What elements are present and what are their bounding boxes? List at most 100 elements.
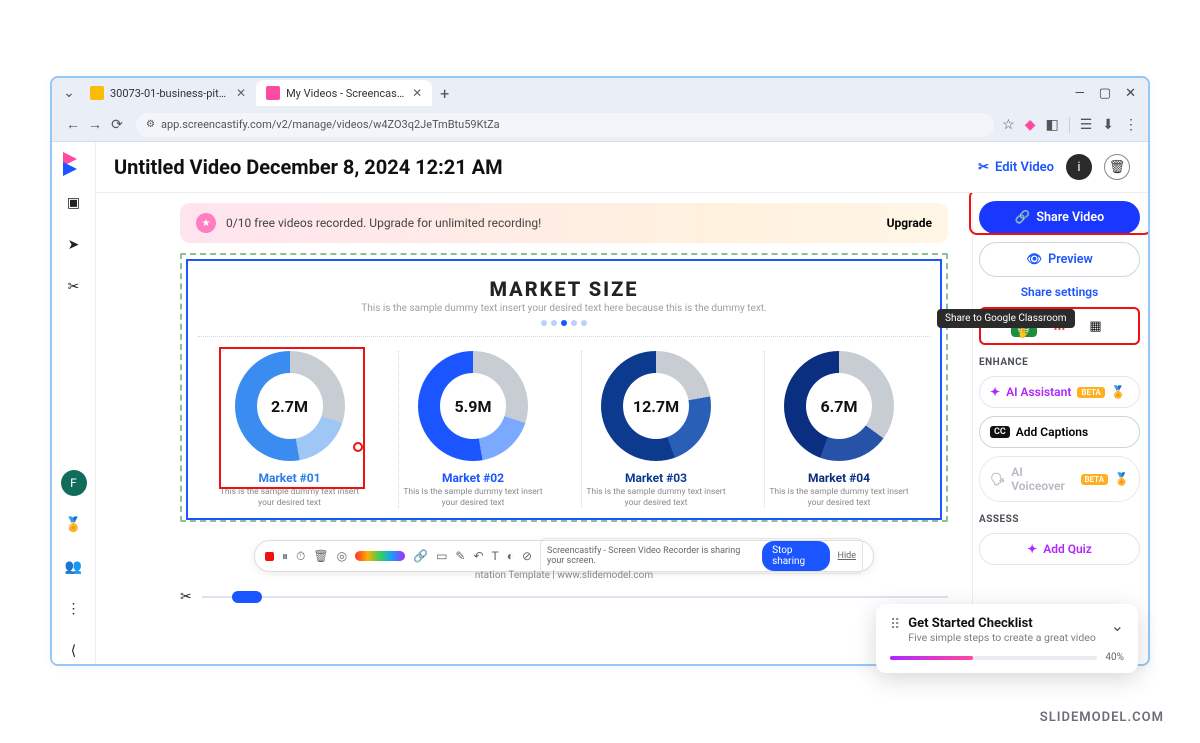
screencastify-app: ▣ ➤ ✂ F 🏅 👥 ⋮ ⟨ Untitled Video December … <box>52 142 1148 664</box>
ai-assistant-button[interactable]: ✦ AI Assistant BETA 🏅 <box>979 376 1140 408</box>
drag-handle-icon[interactable]: ⠿ <box>890 618 900 632</box>
trim-handle[interactable] <box>232 591 262 603</box>
url-input[interactable]: ⚙ app.screencastify.com/v2/manage/videos… <box>136 113 994 137</box>
donut-value: 12.7M <box>623 373 689 439</box>
market-4: 6.7M Market #04 This is the sample dummy… <box>764 351 914 508</box>
market-3: 12.7M Market #03 This is the sample dumm… <box>581 351 731 508</box>
browser-tab-slides[interactable]: 30073-01-business-pitch-deck ✕ <box>80 80 256 106</box>
clear-icon[interactable]: ⊘ <box>522 549 532 563</box>
stop-record-icon[interactable] <box>265 552 274 561</box>
pause-icon[interactable]: ⏸ <box>282 549 288 564</box>
reload-icon[interactable]: ⟳ <box>106 117 128 133</box>
preview-button[interactable]: 👁 Preview <box>979 242 1140 277</box>
upgrade-link[interactable]: Upgrade <box>887 216 932 230</box>
tab-title: My Videos - Screencastify <box>286 87 406 100</box>
donut-label: Market #03 <box>625 471 687 485</box>
assess-section-label: ASSESS <box>979 514 1140 525</box>
title-bar: Untitled Video December 8, 2024 12:21 AM… <box>96 142 1148 193</box>
browser-chrome: ⌄ 30073-01-business-pitch-deck ✕ My Vide… <box>52 78 1148 142</box>
blur-tool-icon[interactable]: ◐ <box>507 549 514 563</box>
stop-sharing-button[interactable]: Stop sharing <box>762 541 829 571</box>
screencastify-logo-icon[interactable] <box>61 152 87 174</box>
reading-list-icon[interactable]: ☰ <box>1080 117 1093 133</box>
delete-button[interactable]: 🗑 <box>1104 154 1130 180</box>
donut-label: Market #02 <box>442 471 504 485</box>
add-quiz-button[interactable]: ✦ Add Quiz <box>979 533 1140 565</box>
bookmark-star-icon[interactable]: ☆ <box>1002 117 1015 133</box>
user-avatar[interactable]: F <box>61 470 87 496</box>
extensions-icon[interactable]: ◧ <box>1045 117 1058 133</box>
donut-desc: This is the sample dummy text insert you… <box>399 487 548 508</box>
eraser-icon[interactable]: ▭ <box>436 549 447 563</box>
eye-icon: 👁 <box>1026 252 1042 267</box>
edit-video-button[interactable]: ✂ Edit Video <box>978 160 1054 175</box>
share-video-label: Share Video <box>1036 210 1104 225</box>
screencastify-extension-icon[interactable]: ◆ <box>1025 117 1036 133</box>
nav-collapse-icon[interactable]: ⟨ <box>61 638 87 664</box>
get-started-checklist-popover[interactable]: ⠿ Get Started Checklist Five simple step… <box>876 604 1138 673</box>
slide-preview[interactable]: MARKET SIZE This is the sample dummy tex… <box>186 259 942 520</box>
forward-icon[interactable]: → <box>84 116 106 133</box>
ai-voiceover-label: AI Voiceover <box>1011 465 1074 493</box>
separator <box>1069 117 1070 133</box>
tab-search-chevron[interactable]: ⌄ <box>58 85 80 101</box>
banner-text: 0/10 free videos recorded. Upgrade for u… <box>226 216 541 230</box>
main-column: Untitled Video December 8, 2024 12:21 AM… <box>96 142 1148 664</box>
undo-icon[interactable]: ↶ <box>473 549 483 563</box>
pen-icon[interactable]: ✎ <box>455 549 465 563</box>
back-icon[interactable]: ← <box>62 116 84 133</box>
donut-desc: This is the sample dummy text insert you… <box>765 487 914 508</box>
donut-value: 5.9M <box>440 373 506 439</box>
cursor-spotlight-icon[interactable]: ◎ <box>337 549 347 563</box>
text-tool-icon[interactable]: T <box>492 549 499 563</box>
trim-scissors-icon[interactable]: ✂ <box>180 589 192 605</box>
checklist-collapse-icon[interactable]: ⌄ <box>1111 616 1124 635</box>
delete-take-icon[interactable]: 🗑 <box>313 549 328 563</box>
content-row: ★ 0/10 free videos recorded. Upgrade for… <box>96 193 1148 664</box>
sparkle-icon: ✦ <box>1027 542 1037 556</box>
site-settings-icon[interactable]: ⚙ <box>146 119 155 130</box>
add-captions-button[interactable]: CC Add Captions <box>979 416 1140 448</box>
recording-toolbar[interactable]: ⏸ ⏱ 🗑 ◎ 🔗 ▭ ✎ ↶ T ◐ ⊘ Screencastify - <box>254 540 874 572</box>
donut-label: Market #04 <box>808 471 870 485</box>
trim-track[interactable] <box>202 589 948 605</box>
nav-edit-icon[interactable]: ✂ <box>61 274 87 300</box>
share-video-button[interactable]: 🔗 Share Video <box>979 201 1140 234</box>
hide-share-bar-link[interactable]: Hide <box>838 551 856 561</box>
trim-timeline[interactable]: ✂ <box>180 581 948 605</box>
nav-more-icon[interactable]: ⋮ <box>61 596 87 622</box>
selection-handle-icon[interactable] <box>353 442 363 452</box>
chrome-menu-icon[interactable]: ⋮ <box>1124 117 1138 133</box>
close-window-icon[interactable]: ✕ <box>1125 86 1136 101</box>
market-1[interactable]: 2.7M Market #01 This is the sample dummy… <box>215 351 365 508</box>
edit-video-label: Edit Video <box>995 160 1054 175</box>
slide-subtitle: This is the sample dummy text insert you… <box>198 303 930 314</box>
nav-groups-icon[interactable]: 👥 <box>61 554 87 580</box>
preview-label: Preview <box>1048 252 1093 267</box>
video-title[interactable]: Untitled Video December 8, 2024 12:21 AM <box>114 155 503 179</box>
address-bar: ← → ⟳ ⚙ app.screencastify.com/v2/manage/… <box>52 108 1148 142</box>
maximize-icon[interactable]: ▢ <box>1099 86 1111 101</box>
ai-voiceover-button[interactable]: 🗣 AI Voiceover BETA 🏅 <box>979 456 1140 502</box>
timer-icon[interactable]: ⏱ <box>296 549 305 564</box>
nav-library-icon[interactable]: ▣ <box>61 190 87 216</box>
premium-ribbon-icon: 🏅 <box>1111 385 1126 399</box>
new-tab-button[interactable]: + <box>432 84 457 103</box>
close-tab-icon[interactable]: ✕ <box>236 86 246 100</box>
market-2: 5.9M Market #02 This is the sample dummy… <box>398 351 548 508</box>
premium-ribbon-icon: 🏅 <box>1114 472 1129 486</box>
share-settings-link[interactable]: Share settings <box>979 285 1140 299</box>
beta-badge: BETA <box>1077 387 1105 398</box>
close-tab-icon[interactable]: ✕ <box>412 86 422 100</box>
nav-rewards-icon[interactable]: 🏅 <box>61 512 87 538</box>
downloads-icon[interactable]: ⬇ <box>1102 117 1114 133</box>
nav-submit-icon[interactable]: ➤ <box>61 232 87 258</box>
pen-color-picker[interactable] <box>355 551 405 561</box>
tab-title: 30073-01-business-pitch-deck <box>110 87 230 100</box>
minimize-icon[interactable]: — <box>1075 86 1085 101</box>
share-qr-button[interactable]: ▦ <box>1083 315 1109 337</box>
info-button[interactable]: i <box>1066 154 1092 180</box>
sparkle-icon: ✦ <box>990 385 1000 399</box>
link-tool-icon[interactable]: 🔗 <box>413 549 428 563</box>
browser-tab-screencastify[interactable]: My Videos - Screencastify ✕ <box>256 80 432 106</box>
